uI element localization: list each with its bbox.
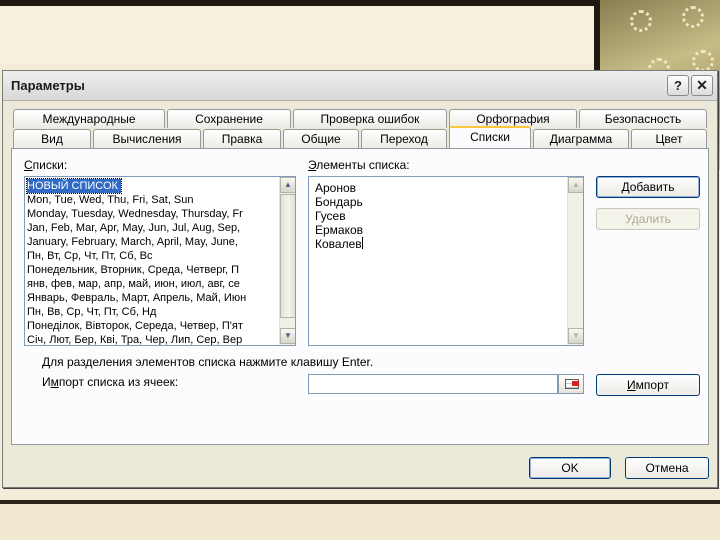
range-arrow-icon xyxy=(572,381,579,386)
tab-view[interactable]: Вид xyxy=(13,129,91,148)
tab-general[interactable]: Общие xyxy=(283,129,359,148)
tab-save[interactable]: Сохранение xyxy=(167,109,291,128)
tab-lists[interactable]: Списки xyxy=(449,126,531,148)
custom-lists-label: Списки: xyxy=(24,158,68,172)
chevron-down-icon: ▼ xyxy=(572,331,580,340)
flower-decoration xyxy=(682,6,704,28)
range-select-button[interactable] xyxy=(558,374,584,394)
hint-text: Для разделения элементов списка нажмите … xyxy=(42,355,374,369)
tab-international[interactable]: Международные xyxy=(13,109,165,128)
add-button[interactable]: Добавить xyxy=(596,176,700,198)
scroll-up-button[interactable]: ▲ xyxy=(568,177,583,193)
dialog-title: Параметры xyxy=(11,78,85,93)
chevron-up-icon: ▲ xyxy=(572,180,580,189)
lists-tab-panel: Списки: Элементы списка: НОВЫЙ СПИСОК Mo… xyxy=(11,148,709,445)
tab-transition[interactable]: Переход xyxy=(361,129,447,148)
import-range-input[interactable] xyxy=(308,374,558,394)
scroll-thumb[interactable] xyxy=(280,194,295,318)
ok-button[interactable]: OK xyxy=(529,457,611,479)
list-item[interactable]: НОВЫЙ СПИСОК xyxy=(26,178,122,194)
list-item[interactable]: Mon, Tue, Wed, Thu, Fri, Sat, Sun xyxy=(27,193,194,207)
list-item[interactable]: Jan, Feb, Mar, Apr, May, Jun, Jul, Aug, … xyxy=(27,221,240,235)
slide-background-bottom xyxy=(0,504,720,540)
list-item[interactable]: Пн, Вв, Ср, Чт, Пт, Сб, Нд xyxy=(27,305,156,319)
scroll-down-button[interactable]: ▼ xyxy=(568,328,583,344)
options-dialog: Параметры ? ✕ Международные Сохранение П… xyxy=(2,70,718,488)
import-label: Импорт списка из ячеек: xyxy=(42,375,179,389)
help-icon: ? xyxy=(674,78,682,93)
tab-security[interactable]: Безопасность xyxy=(579,109,707,128)
list-item[interactable]: Январь, Февраль, Март, Апрель, Май, Июн xyxy=(27,291,246,305)
tab-calculation[interactable]: Вычисления xyxy=(93,129,201,148)
entry-line-with-caret: Ковалев xyxy=(315,237,363,251)
list-item[interactable]: January, February, March, April, May, Ju… xyxy=(27,235,238,249)
list-item[interactable]: янв, фев, мар, апр, май, июн, июл, авг, … xyxy=(27,277,240,291)
list-item[interactable]: Понедельник, Вторник, Среда, Четверг, П xyxy=(27,263,239,277)
flower-decoration xyxy=(630,10,652,32)
entry-line: Ермаков xyxy=(315,223,364,237)
tab-chart[interactable]: Диаграмма xyxy=(533,129,629,148)
dialog-titlebar[interactable]: Параметры ? ✕ xyxy=(3,71,717,101)
custom-lists-listbox[interactable]: НОВЫЙ СПИСОК Mon, Tue, Wed, Thu, Fri, Sa… xyxy=(24,176,296,346)
entry-line: Гусев xyxy=(315,209,346,223)
import-button[interactable]: Импорт xyxy=(596,374,700,396)
chevron-up-icon: ▲ xyxy=(284,180,292,189)
chevron-down-icon: ▼ xyxy=(284,331,292,340)
list-item[interactable]: Пн, Вт, Ср, Чт, Пт, Сб, Вс xyxy=(27,249,152,263)
tab-edit[interactable]: Правка xyxy=(203,129,281,148)
entries-scrollbar[interactable]: ▲ ▼ xyxy=(567,177,583,345)
scroll-down-button[interactable]: ▼ xyxy=(280,328,295,344)
flower-decoration xyxy=(692,50,714,72)
list-entries-textarea[interactable]: Аронов Бондарь Гусев Ермаков Ковалев ▲ ▼ xyxy=(308,176,584,346)
text-caret xyxy=(361,237,363,249)
entry-line: Бондарь xyxy=(315,195,363,209)
delete-button[interactable]: Удалить xyxy=(596,208,700,230)
list-item[interactable]: Січ, Лют, Бер, Кві, Тра, Чер, Лип, Сер, … xyxy=(27,333,242,345)
close-icon: ✕ xyxy=(696,77,708,93)
list-item[interactable]: Monday, Tuesday, Wednesday, Thursday, Fr xyxy=(27,207,243,221)
close-button[interactable]: ✕ xyxy=(691,75,713,96)
scroll-up-button[interactable]: ▲ xyxy=(280,177,295,193)
tab-color[interactable]: Цвет xyxy=(631,129,707,148)
entry-line: Аронов xyxy=(315,181,357,195)
list-item[interactable]: Понеділок, Вівторок, Середа, Четвер, П'я… xyxy=(27,319,243,333)
lists-scrollbar[interactable]: ▲ ▼ xyxy=(279,177,295,345)
list-entries-label: Элементы списка: xyxy=(308,158,410,172)
cancel-button[interactable]: Отмена xyxy=(625,457,709,479)
help-button[interactable]: ? xyxy=(667,75,689,96)
tab-error-checking[interactable]: Проверка ошибок xyxy=(293,109,447,128)
